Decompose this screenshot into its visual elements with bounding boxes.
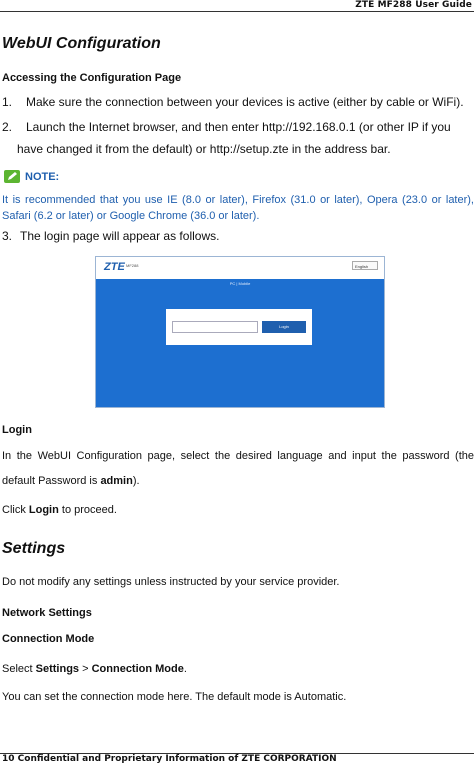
click-prefix: Click: [2, 504, 29, 516]
step-3-text: The login page will appear as follows.: [20, 229, 220, 243]
connection-mode-ref: Connection Mode: [91, 663, 184, 675]
screenshot-model: MF288: [126, 263, 139, 268]
login-text-prefix: default Password is: [2, 475, 101, 487]
connection-mode-heading: Connection Mode: [2, 633, 95, 645]
click-suffix: to proceed.: [58, 504, 117, 516]
screenshot-login-button: Login: [262, 321, 306, 333]
connection-mode-description: You can set the connection mode here. Th…: [2, 691, 347, 703]
step-1-number: 1.: [2, 95, 13, 109]
note-text-line2: Safari (6.2 or later) or Google Chrome (…: [2, 210, 260, 222]
network-settings-heading: Network Settings: [2, 607, 92, 619]
screenshot-topbar: ZTE MF288 English: [96, 257, 384, 279]
click-login-instruction: Click Login to proceed.: [2, 503, 117, 517]
note-label: NOTE:: [25, 171, 60, 183]
settings-menu-ref: Settings: [35, 663, 80, 675]
pc-mobile-toggle: PC | Mobile: [229, 281, 251, 286]
select-suffix: .: [183, 663, 187, 675]
step-2-text-line1: Launch the Internet browser, and then en…: [26, 120, 451, 134]
default-password: admin: [100, 475, 133, 487]
note-text-line1: It is recommended that you use IE (8.0 o…: [2, 194, 474, 206]
step-1-text: Make sure the connection between your de…: [26, 95, 464, 109]
login-page-screenshot: ZTE MF288 English PC | Mobile Login: [95, 256, 385, 408]
settings-warning: Do not modify any settings unless instru…: [2, 576, 340, 588]
select-prefix: Select: [2, 663, 36, 675]
section-title-settings: Settings: [2, 540, 66, 557]
login-paragraph-line1: In the WebUI Configuration page, select …: [2, 450, 474, 462]
document-footer: 10 Confidential and Proprietary Informat…: [2, 754, 337, 764]
select-instruction: Select Settings > Connection Mode.: [2, 662, 187, 676]
login-heading: Login: [2, 424, 32, 436]
menu-separator: >: [79, 663, 92, 675]
subsection-title-accessing: Accessing the Configuration Page: [2, 72, 182, 84]
login-panel: Login: [166, 309, 312, 345]
zte-logo: ZTE: [104, 261, 125, 273]
section-title-webui: WebUI Configuration: [2, 35, 161, 52]
pencil-note-icon: [4, 170, 20, 183]
step-2-text-line2: have changed it from the default) or htt…: [17, 142, 391, 156]
header-divider: [0, 11, 474, 12]
step-3-number: 3.: [2, 229, 13, 243]
login-paragraph-line2: default Password is admin).: [2, 474, 140, 488]
language-select: English: [352, 261, 378, 270]
password-field: [172, 321, 258, 333]
click-login-bold: Login: [28, 504, 59, 516]
document-header: ZTE MF288 User Guide: [355, 0, 472, 10]
step-2-number: 2.: [2, 120, 13, 134]
login-text-suffix: ).: [132, 475, 140, 487]
